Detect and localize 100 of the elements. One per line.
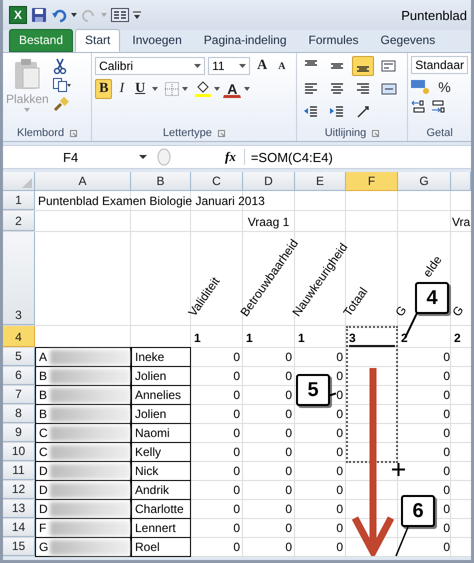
- caret-icon[interactable]: [194, 64, 202, 68]
- table-cell: 0: [285, 426, 292, 440]
- font-size-field[interactable]: 11: [208, 57, 250, 75]
- fill-color-icon[interactable]: [195, 81, 212, 97]
- ribbon-tab[interactable]: Start: [75, 29, 120, 52]
- scissors-icon[interactable]: [52, 58, 67, 74]
- decrease-decimal-icon[interactable]: [411, 100, 428, 114]
- caret-icon[interactable]: [182, 87, 188, 91]
- crosshair-cursor-icon: [392, 463, 405, 476]
- callout-label: 4: [415, 282, 449, 314]
- number-format-field[interactable]: Standaar: [411, 56, 468, 74]
- table-cell: 0: [336, 369, 343, 383]
- name-box[interactable]: F4: [3, 150, 153, 164]
- table-cell: 0: [443, 369, 450, 383]
- row-header[interactable]: 1: [3, 191, 35, 210]
- table-cell: 0: [233, 350, 240, 364]
- paintbrush-icon[interactable]: [52, 96, 69, 112]
- table-cell: 0: [443, 540, 450, 554]
- table-cell: 0: [443, 426, 450, 440]
- table-cell: B: [35, 366, 131, 386]
- underline-button[interactable]: U: [131, 79, 150, 99]
- row-header[interactable]: 9: [3, 424, 35, 442]
- column-heading: G: [450, 303, 466, 319]
- caret-icon[interactable]: [214, 87, 220, 91]
- undo-icon[interactable]: [51, 7, 67, 23]
- ribbon-tab[interactable]: Gegevens: [370, 29, 446, 52]
- table-cell: G: [35, 537, 131, 557]
- launcher-icon[interactable]: [70, 130, 78, 136]
- row-header[interactable]: 6: [3, 367, 35, 385]
- launcher-icon[interactable]: [218, 130, 225, 136]
- table-cell: 0: [336, 483, 343, 497]
- caret-icon[interactable]: [71, 13, 77, 17]
- column-header[interactable]: D: [243, 172, 295, 191]
- column-header[interactable]: A: [35, 172, 131, 191]
- file-tab[interactable]: Bestand: [9, 29, 74, 52]
- currency-icon[interactable]: [411, 79, 432, 95]
- row-header[interactable]: 10: [3, 443, 35, 461]
- launcher-icon[interactable]: [372, 130, 380, 136]
- increase-decimal-icon[interactable]: [430, 100, 446, 114]
- formula-field[interactable]: =SOM(C4:E4): [244, 150, 333, 164]
- italic-button[interactable]: I: [115, 79, 128, 99]
- row-header[interactable]: 13: [3, 500, 35, 518]
- insert-function-button[interactable]: fx: [217, 149, 245, 165]
- column-header[interactable]: E: [295, 172, 346, 191]
- border-icon[interactable]: [165, 82, 180, 96]
- save-icon[interactable]: [31, 7, 47, 23]
- table-cell: B: [35, 404, 131, 424]
- caret-icon[interactable]: [244, 87, 250, 91]
- ribbon-tab[interactable]: Formules: [298, 29, 369, 52]
- row-header[interactable]: 14: [3, 519, 35, 537]
- row-header[interactable]: 3: [3, 232, 35, 325]
- table-cell: 0: [336, 350, 343, 364]
- percent-button[interactable]: %: [434, 77, 455, 97]
- table-cell: 0: [285, 369, 292, 383]
- resize-handle-icon[interactable]: [157, 148, 171, 166]
- table-cell: Vraag 1: [248, 215, 290, 229]
- table-cell: 0: [336, 464, 343, 478]
- align-icon[interactable]: [352, 56, 374, 76]
- column-heading: elde: [420, 253, 445, 280]
- shrink-font-button[interactable]: A: [274, 56, 290, 76]
- grow-font-button[interactable]: A: [253, 56, 272, 76]
- row-header[interactable]: 4: [3, 326, 35, 347]
- table-cell: 0: [443, 464, 450, 478]
- ribbon-tab[interactable]: Pagina-indeling: [194, 29, 297, 52]
- table-cell: 0: [285, 521, 292, 535]
- column-header[interactable]: G: [398, 172, 451, 191]
- table-cell: C: [35, 442, 131, 462]
- group-label: Getal: [426, 127, 453, 139]
- font-color-button[interactable]: A: [223, 80, 242, 98]
- column-header[interactable]: F: [346, 172, 398, 191]
- table-cell: 0: [285, 445, 292, 459]
- table-cell: Jolien: [131, 366, 191, 386]
- row-header[interactable]: 7: [3, 386, 35, 404]
- table-cell: A: [35, 347, 131, 367]
- window-title: Puntenblad: [401, 8, 468, 22]
- table-cell: Naomi: [131, 423, 191, 443]
- form-icon[interactable]: [111, 8, 129, 22]
- fill-handle[interactable]: [349, 345, 395, 347]
- table-cell: 0: [233, 388, 240, 402]
- table-cell: 0: [285, 388, 292, 402]
- row-header[interactable]: 11: [3, 462, 35, 480]
- clipboard-icon[interactable]: [13, 58, 42, 90]
- caret-icon[interactable]: [139, 155, 147, 159]
- copy-icon[interactable]: [52, 78, 71, 92]
- row-header[interactable]: 12: [3, 481, 35, 499]
- bold-button[interactable]: B: [95, 79, 112, 99]
- customize-icon[interactable]: [133, 11, 141, 19]
- font-name-field[interactable]: Calibri: [95, 57, 206, 75]
- table-cell: 3: [349, 331, 356, 345]
- column-header[interactable]: C: [191, 172, 243, 191]
- table-cell: 0: [336, 540, 343, 554]
- row-header[interactable]: 2: [3, 211, 35, 231]
- row-header[interactable]: 5: [3, 348, 35, 366]
- app-logo[interactable]: X: [9, 6, 27, 24]
- column-header[interactable]: B: [131, 172, 191, 191]
- caret-icon[interactable]: [239, 64, 246, 68]
- ribbon-tab[interactable]: Invoegen: [122, 29, 192, 52]
- row-header[interactable]: 8: [3, 405, 35, 423]
- row-header[interactable]: 15: [3, 538, 35, 556]
- caret-icon[interactable]: [152, 87, 158, 91]
